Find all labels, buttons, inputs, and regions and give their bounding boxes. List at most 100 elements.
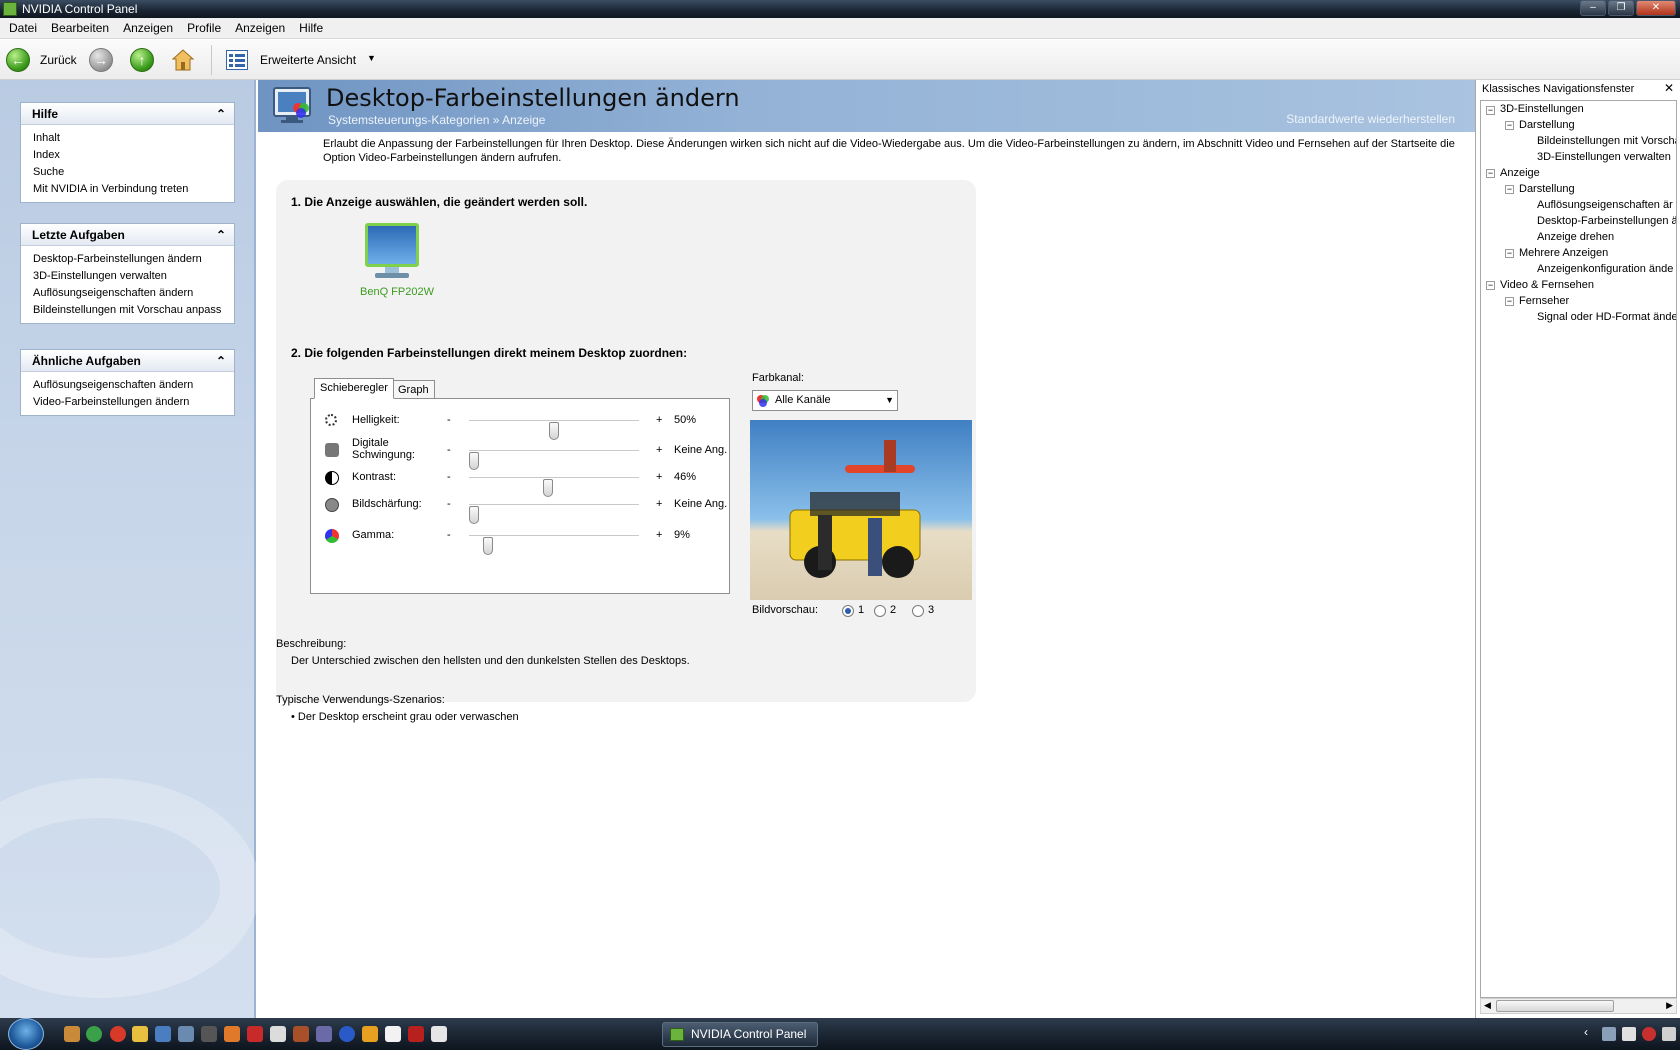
tree-item[interactable]: Anzeigenkonfiguration ände — [1537, 263, 1673, 275]
quicklaunch-icon[interactable] — [224, 1026, 240, 1042]
quicklaunch-icon[interactable] — [431, 1026, 447, 1042]
help-header[interactable]: Hilfe ⌃ — [21, 103, 234, 125]
slider-track[interactable] — [469, 477, 639, 497]
close-button[interactable]: ✕ — [1636, 0, 1676, 16]
menu-anzeigen[interactable]: Anzeigen — [116, 21, 180, 35]
tree-item[interactable]: Darstellung — [1519, 119, 1575, 131]
forward-arrow-icon[interactable]: → — [89, 48, 113, 72]
slider-track[interactable] — [469, 450, 639, 470]
tree-item-3d-settings[interactable]: 3D-Einstellungen — [1500, 103, 1584, 115]
close-icon[interactable]: ✕ — [1664, 81, 1674, 95]
back-button-label[interactable]: Zurück — [40, 53, 77, 67]
quicklaunch-icon[interactable] — [64, 1026, 80, 1042]
tree-item[interactable]: Mehrere Anzeigen — [1519, 247, 1608, 259]
tree-collapse-icon[interactable]: − — [1486, 169, 1495, 178]
recent-tasks-header[interactable]: Letzte Aufgaben ⌃ — [21, 224, 234, 246]
tree-collapse-icon[interactable]: − — [1505, 297, 1514, 306]
help-link-suche[interactable]: Suche — [33, 164, 222, 181]
tray-expand-icon[interactable]: ‹ — [1584, 1025, 1598, 1039]
slider-thumb[interactable] — [469, 506, 479, 524]
up-arrow-icon[interactable]: ↑ — [130, 48, 154, 72]
recent-task-link[interactable]: Desktop-Farbeinstellungen ändern — [33, 251, 222, 268]
tree-item[interactable]: Darstellung — [1519, 183, 1575, 195]
related-task-link[interactable]: Video-Farbeinstellungen ändern — [33, 394, 222, 411]
tree-item[interactable]: Signal oder HD-Format ände — [1537, 311, 1676, 323]
home-icon[interactable] — [171, 48, 195, 72]
tree-item[interactable]: Bildeinstellungen mit Vorscha — [1537, 135, 1676, 147]
tree-collapse-icon[interactable]: − — [1486, 281, 1495, 290]
monitor-name[interactable]: BenQ FP202W — [347, 286, 447, 298]
menu-profile[interactable]: Profile — [180, 21, 228, 35]
tree-item-selected[interactable]: Desktop-Farbeinstellungen ä — [1537, 215, 1676, 227]
tree-item[interactable]: Auflösungseigenschaften är — [1537, 199, 1673, 211]
scroll-left-icon[interactable]: ◀ — [1484, 1000, 1491, 1011]
tab-schieberegler[interactable]: Schieberegler — [314, 378, 394, 399]
view-mode-label[interactable]: Erweiterte Ansicht — [260, 53, 356, 67]
taskbar-window-button[interactable]: NVIDIA Control Panel — [662, 1022, 818, 1047]
slider-thumb[interactable] — [483, 537, 494, 555]
recent-task-link[interactable]: 3D-Einstellungen verwalten — [33, 268, 222, 285]
tree-item-anzeige[interactable]: Anzeige — [1500, 167, 1540, 179]
view-dropdown-icon[interactable]: ▼ — [367, 53, 376, 63]
menu-bearbeiten[interactable]: Bearbeiten — [44, 21, 116, 35]
quicklaunch-icon[interactable] — [110, 1026, 126, 1042]
tree-collapse-icon[interactable]: − — [1486, 106, 1495, 115]
monitor-icon[interactable] — [365, 223, 419, 283]
collapse-icon[interactable]: ⌃ — [216, 350, 226, 372]
quicklaunch-icon[interactable] — [178, 1026, 194, 1042]
horizontal-scrollbar[interactable]: ◀ ▶ — [1480, 998, 1677, 1014]
menu-hilfe[interactable]: Hilfe — [292, 21, 330, 35]
breadcrumb[interactable]: Systemsteuerungs-Kategorien » Anzeige — [328, 113, 545, 127]
tab-graph[interactable]: Graph — [392, 380, 435, 400]
related-task-link[interactable]: Auflösungseigenschaften ändern — [33, 377, 222, 394]
help-link-inhalt[interactable]: Inhalt — [33, 130, 222, 147]
quicklaunch-icon[interactable] — [201, 1026, 217, 1042]
maximize-button[interactable]: ❐ — [1608, 0, 1634, 16]
tray-icon[interactable] — [1622, 1027, 1636, 1041]
quicklaunch-icon[interactable] — [86, 1026, 102, 1042]
quicklaunch-icon[interactable] — [155, 1026, 171, 1042]
back-arrow-icon[interactable]: ← — [6, 48, 30, 72]
tray-icon[interactable] — [1642, 1027, 1656, 1041]
quicklaunch-icon[interactable] — [408, 1026, 424, 1042]
help-link-index[interactable]: Index — [33, 147, 222, 164]
quicklaunch-icon[interactable] — [270, 1026, 286, 1042]
tray-icon[interactable] — [1602, 1027, 1616, 1041]
start-button[interactable] — [8, 1018, 44, 1050]
collapse-icon[interactable]: ⌃ — [216, 103, 226, 125]
menu-anzeigen-2[interactable]: Anzeigen — [228, 21, 292, 35]
tray-icon[interactable] — [1662, 1027, 1676, 1041]
slider-track[interactable] — [469, 420, 639, 440]
minimize-button[interactable]: – — [1580, 0, 1606, 16]
quicklaunch-icon[interactable] — [316, 1026, 332, 1042]
tree-collapse-icon[interactable]: − — [1505, 121, 1514, 130]
quicklaunch-icon[interactable] — [385, 1026, 401, 1042]
collapse-icon[interactable]: ⌃ — [216, 224, 226, 246]
related-tasks-header[interactable]: Ähnliche Aufgaben ⌃ — [21, 350, 234, 372]
help-link-contact[interactable]: Mit NVIDIA in Verbindung treten — [33, 181, 222, 198]
tree-item-video[interactable]: Video & Fernsehen — [1500, 279, 1594, 291]
tree-item[interactable]: Anzeige drehen — [1537, 231, 1614, 243]
preview-radio-2[interactable] — [874, 605, 886, 617]
chevron-down-icon[interactable]: ▼ — [885, 391, 894, 410]
restore-defaults-link[interactable]: Standardwerte wiederherstellen — [1286, 112, 1455, 126]
scrollbar-thumb[interactable] — [1496, 1000, 1614, 1012]
quicklaunch-icon[interactable] — [247, 1026, 263, 1042]
slider-track[interactable] — [469, 504, 639, 524]
tree-item[interactable]: Fernseher — [1519, 295, 1569, 307]
preview-radio-3[interactable] — [912, 605, 924, 617]
menu-datei[interactable]: Datei — [2, 21, 44, 35]
recent-task-link[interactable]: Auflösungseigenschaften ändern — [33, 285, 222, 302]
quicklaunch-icon[interactable] — [339, 1026, 355, 1042]
tree-item[interactable]: 3D-Einstellungen verwalten — [1537, 151, 1671, 163]
quicklaunch-icon[interactable] — [132, 1026, 148, 1042]
tree-collapse-icon[interactable]: − — [1505, 185, 1514, 194]
slider-track[interactable] — [469, 535, 639, 555]
view-grid-icon[interactable] — [226, 50, 248, 70]
quicklaunch-icon[interactable] — [293, 1026, 309, 1042]
quicklaunch-icon[interactable] — [362, 1026, 378, 1042]
preview-radio-1[interactable] — [842, 605, 854, 617]
scroll-right-icon[interactable]: ▶ — [1666, 1000, 1673, 1011]
recent-task-link[interactable]: Bildeinstellungen mit Vorschau anpass... — [33, 302, 222, 319]
tree-collapse-icon[interactable]: − — [1505, 249, 1514, 258]
